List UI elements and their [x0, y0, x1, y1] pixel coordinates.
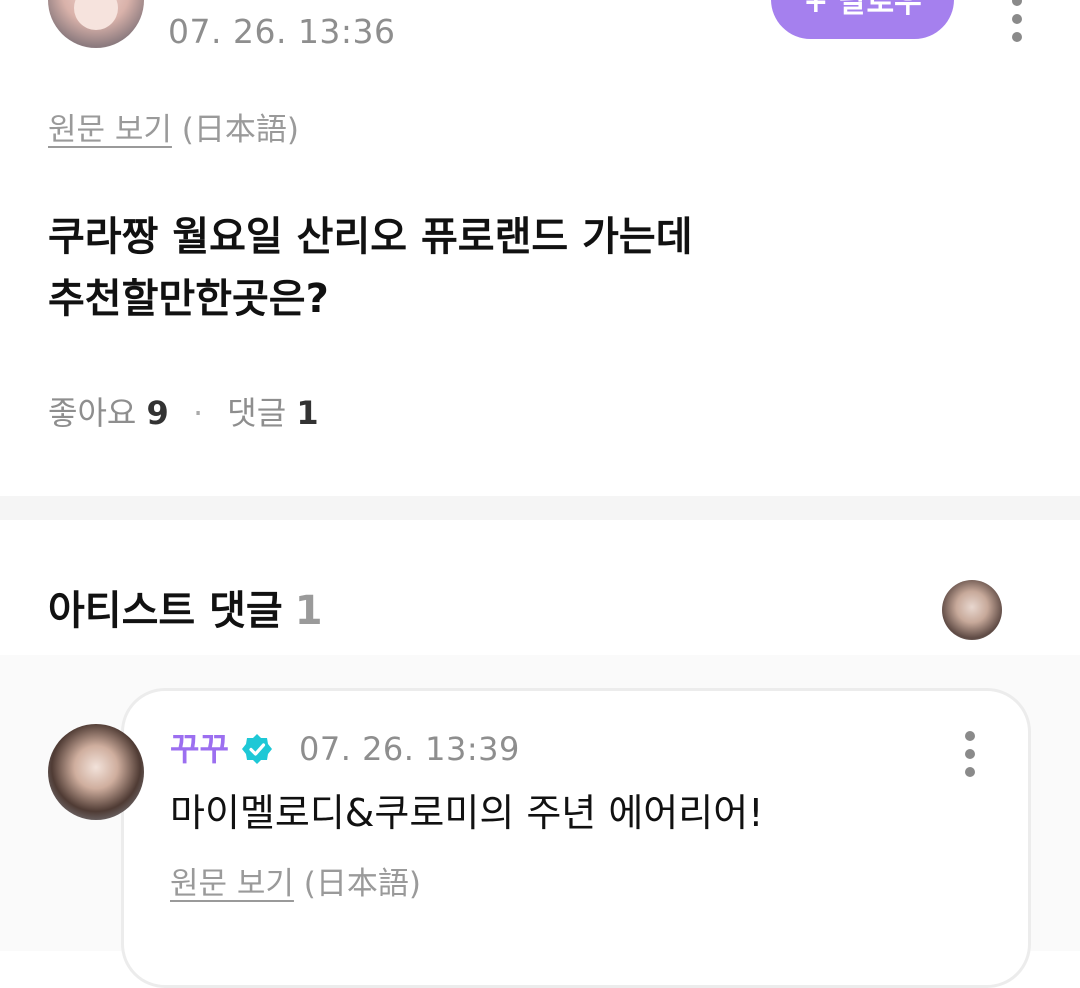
comment-author-avatar[interactable]: [48, 724, 144, 820]
artist-avatar[interactable]: [942, 580, 1002, 640]
section-divider: [0, 496, 1080, 520]
view-original-link[interactable]: 원문 보기: [48, 112, 172, 148]
follow-button[interactable]: + 팔로우: [771, 0, 954, 39]
original-language-label: (日本語): [303, 866, 421, 902]
artist-comments-count: 1: [294, 588, 323, 634]
post-body-line: 추천할만한곳은?: [48, 276, 329, 322]
verified-badge-icon: [242, 734, 272, 764]
comment-text: 마이멜로디&쿠로미의 주년 에어리어!: [170, 791, 764, 835]
artist-comments-title: 아티스트 댓글: [48, 588, 283, 634]
comment-author-name[interactable]: 꾸꾸: [170, 728, 229, 770]
post-author-avatar[interactable]: [48, 0, 144, 48]
separator-dot: ·: [192, 394, 204, 432]
comment-timestamp: 07. 26. 13:39: [299, 730, 520, 768]
view-original-link[interactable]: 원문 보기: [170, 866, 294, 902]
post-original-row: 원문 보기 (日本語): [48, 110, 299, 150]
more-vertical-icon[interactable]: [1012, 0, 1022, 42]
original-language-label: (日本語): [181, 112, 299, 148]
likes-label[interactable]: 좋아요: [48, 394, 136, 432]
comment-original-row: 원문 보기 (日本語): [170, 864, 421, 904]
post-body: 쿠라짱 월요일 산리오 퓨로랜드 가는데 추천할만한곳은?: [48, 206, 948, 330]
more-vertical-icon[interactable]: [965, 731, 975, 777]
post-body-line: 쿠라짱 월요일 산리오 퓨로랜드 가는데: [48, 214, 693, 260]
artist-comments-heading: 아티스트 댓글 1: [48, 586, 323, 636]
likes-count: 9: [146, 394, 169, 432]
post-timestamp: 07. 26. 13:36: [168, 12, 396, 51]
comments-count: 1: [296, 394, 319, 432]
comments-label[interactable]: 댓글: [227, 394, 286, 432]
post-stats: 좋아요 9 · 댓글 1: [48, 392, 319, 434]
